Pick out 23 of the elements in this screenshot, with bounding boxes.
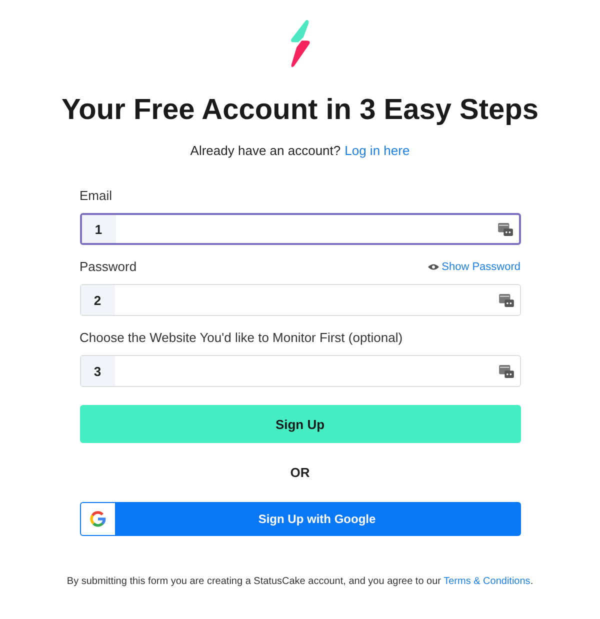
google-sign-up-button[interactable]: Sign Up with Google [80, 502, 520, 536]
page-title: Your Free Account in 3 Easy Steps [61, 94, 539, 127]
sign-up-button[interactable]: Sign Up [80, 405, 520, 443]
google-logo-icon [88, 510, 106, 528]
input-field[interactable]: 1 [80, 213, 520, 245]
step-number: 3 [80, 356, 114, 386]
input-field[interactable]: 2 [80, 284, 520, 316]
step-number: 2 [80, 285, 114, 315]
input-field[interactable]: 3 [80, 355, 520, 387]
password-manager-icon [498, 222, 512, 236]
terms-notice: By submitting this form you are creating a StatusCake account, and you agree to our Terms & Conditions. [66, 576, 534, 587]
field-label: Choose the Website You'd like to Monitor First (optional) [80, 330, 403, 345]
show-password-link[interactable]: Show Password [428, 260, 520, 272]
field-label: Password [80, 259, 137, 274]
password-manager-icon [498, 294, 514, 306]
eye-icon [428, 262, 439, 270]
step-number: 1 [82, 215, 116, 243]
terms-link[interactable]: Terms & Conditions [444, 576, 530, 587]
field-label: Email [80, 188, 112, 203]
login-prompt-text: Already have an account? [190, 143, 341, 158]
password-manager-icon [498, 364, 514, 378]
or-divider-text: OR [289, 465, 311, 480]
login-link[interactable]: Log in here [344, 143, 410, 158]
